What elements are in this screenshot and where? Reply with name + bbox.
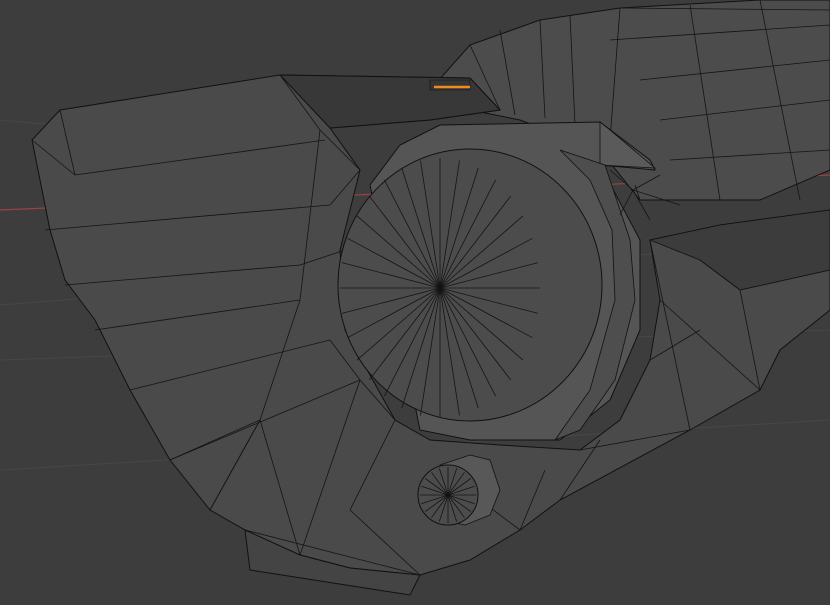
viewport-canvas[interactable]: [0, 0, 830, 605]
3d-viewport[interactable]: [0, 0, 830, 605]
large-cylinder-face: [337, 148, 603, 422]
